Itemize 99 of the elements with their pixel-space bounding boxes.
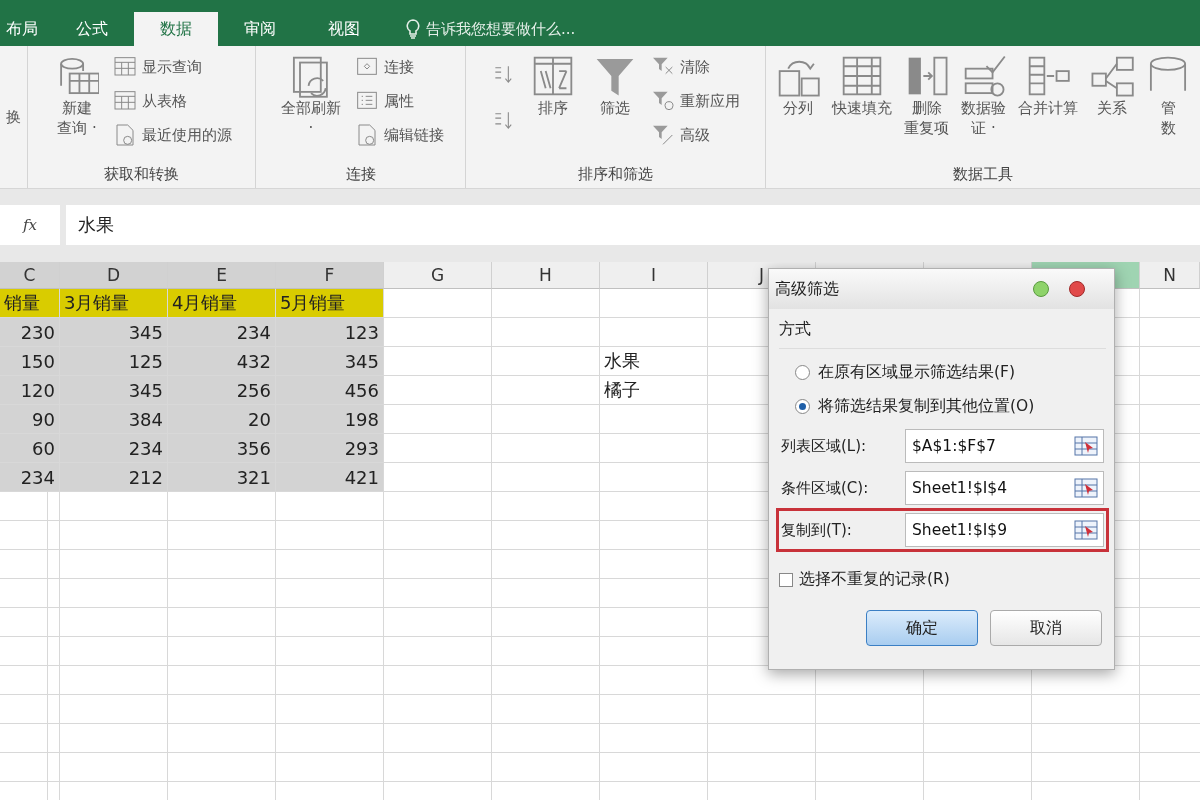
table-cell: 321 [168,463,276,492]
column-header[interactable]: F [276,262,384,289]
column-header[interactable]: E [168,262,276,289]
column-header[interactable]: N [1140,262,1200,289]
ribbon-button[interactable]: 管 数 [1142,52,1194,140]
field-label: 列表区域(L): [781,436,868,456]
table-cell: 293 [276,434,384,463]
range-picker-icon[interactable] [1073,476,1099,500]
group-label: 获取和转换 [103,165,180,184]
lightbulb-icon [406,19,420,39]
ribbon-button[interactable]: 新建 查询 · [51,52,103,140]
group-label: 连接 [344,165,377,184]
close-button[interactable] [1068,280,1086,298]
field-label: 复制到(T): [781,520,853,540]
column-header[interactable]: H [492,262,600,289]
table-cell: 234 [60,434,168,463]
radio-option[interactable]: 在原有区域显示筛选结果(F) [779,355,1106,389]
ribbon-tab[interactable]: 审阅 [218,12,302,46]
column-header[interactable]: D [60,262,168,289]
table-cell: 198 [276,405,384,434]
radio-button[interactable] [795,364,810,380]
ribbon-button[interactable]: 显示查询 [113,52,232,82]
table-icon [113,55,137,79]
range-picker-icon[interactable] [1073,518,1099,542]
radio-button[interactable] [795,398,810,414]
table-cell: 345 [60,376,168,405]
section-title: 方式 [779,319,1106,349]
ribbon-button[interactable]: 数据验 证 · [957,52,1010,140]
ribbon-tab[interactable]: 数据 [134,12,218,46]
ribbon-button[interactable]: 从表格 [113,86,232,116]
table-cell: 125 [60,347,168,376]
insert-function-button[interactable]: fx [0,205,60,245]
ribbon-tab[interactable]: 公式 [50,12,134,46]
table-cell: 5月销量 [276,289,384,318]
dialog-button[interactable]: 确定 [866,610,978,646]
field-label: 条件区域(C): [781,478,870,498]
table-cell: 120 [0,376,60,405]
table-cell: 123 [276,318,384,347]
table-cell: 150 [0,347,60,376]
ribbon-button[interactable]: 清除 [651,52,740,82]
ribbon-button[interactable]: 关系 [1086,52,1138,120]
ribbon-button-label[interactable]: 换 [6,52,21,127]
table-cell: 421 [276,463,384,492]
range-picker-icon[interactable] [1073,434,1099,458]
table-cell: 销量 [0,289,60,318]
minimize-button[interactable] [1032,280,1050,298]
group-label: 排序和筛选 [577,165,654,184]
table-cell: 256 [168,376,276,405]
table-cell: 90 [0,405,60,434]
table-cell: 384 [60,405,168,434]
dialog-button[interactable]: 取消 [990,610,1102,646]
advanced-filter-icon [651,123,675,147]
ribbon-button[interactable]: 筛选 [589,52,641,120]
range-field[interactable]: Sheet1!$I$9 [905,513,1104,547]
relationships-icon [1090,54,1134,98]
ribbon-button[interactable]: 高级 [651,120,740,150]
table-cell: 356 [168,434,276,463]
table-cell: 212 [60,463,168,492]
ribbon-tab[interactable]: 布局 [0,12,50,46]
ribbon-button[interactable]: 分列 [772,52,824,120]
range-field[interactable]: Sheet1!$I$4 [905,471,1104,505]
document-clock-icon [113,123,137,147]
ribbon-button[interactable]: 编辑链接 [355,120,444,150]
table-cell: 432 [168,347,276,376]
radio-option[interactable]: 将筛选结果复制到其他位置(O) [779,389,1106,423]
ribbon-button[interactable]: 合并计算 [1014,52,1082,120]
formula-input[interactable]: 水果 [66,205,1200,245]
table-cell: 4月销量 [168,289,276,318]
ribbon-tab[interactable]: 视图 [302,12,386,46]
ribbon-button[interactable]: 快速填充 [828,52,896,120]
table-cell: 345 [60,318,168,347]
ribbon-button[interactable]: 重新应用 [651,86,740,116]
ribbon-button[interactable]: 最近使用的源 [113,120,232,150]
table-cell: 345 [276,347,384,376]
table-cell: 60 [0,434,60,463]
group-label: 数据工具 [952,165,1014,184]
flash-fill-icon [840,54,884,98]
ribbon-button[interactable]: 删除 重复项 [900,52,953,140]
table-cell: 234 [0,463,60,492]
reapply-filter-icon [651,89,675,113]
column-header[interactable]: C [0,262,60,289]
ribbon-button[interactable]: 属性 [355,86,444,116]
sort-icon [531,54,575,98]
ribbon-button[interactable]: 全部刷新 · [277,52,345,140]
table-icon [113,89,137,113]
column-header[interactable]: I [600,262,708,289]
table-cell: 234 [168,318,276,347]
table-cell: 3月销量 [60,289,168,318]
tell-me-search[interactable]: 告诉我您想要做什么... [406,12,576,46]
table-cell: 230 [0,318,60,347]
range-field[interactable]: $A$1:$F$7 [905,429,1104,463]
table-cell: 20 [168,405,276,434]
consolidate-icon [1026,54,1070,98]
column-header[interactable]: G [384,262,492,289]
table-cell: 456 [276,376,384,405]
document-icon [355,123,379,147]
ribbon-button[interactable]: 排序 [527,52,579,120]
unique-records-checkbox[interactable]: 选择不重复的记录(R) [779,569,1106,590]
ribbon-button[interactable]: 连接 [355,52,444,82]
